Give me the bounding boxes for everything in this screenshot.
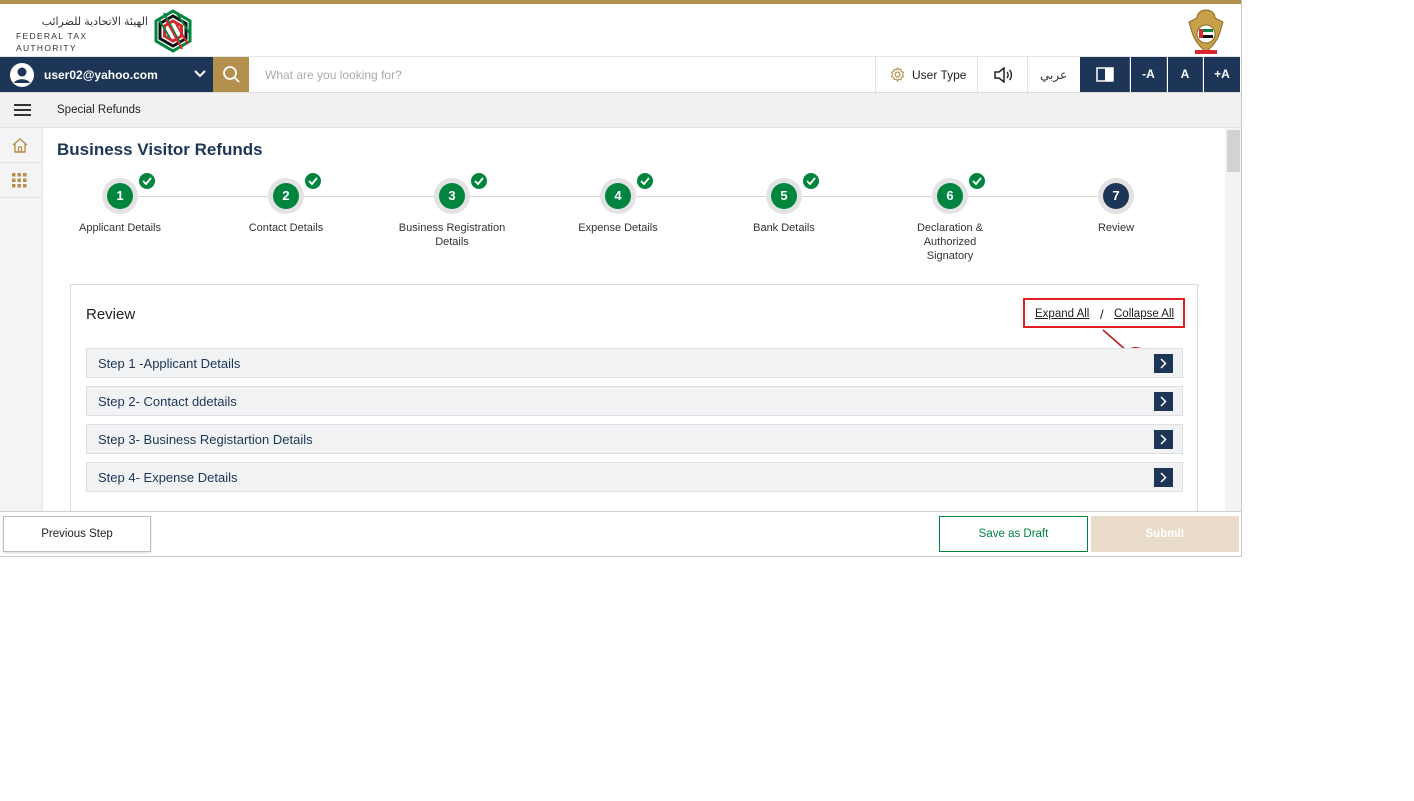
expand-all-link[interactable]: Expand All [1035, 308, 1089, 320]
fta-logo-text[interactable]: الهيئة الاتحادية للضرائب FEDERAL TAX AUT… [16, 16, 148, 54]
step-number: 7 [1103, 183, 1129, 209]
accordion-label: Step 4- Expense Details [98, 470, 238, 485]
breadcrumb-bar: Special Refunds [0, 93, 1241, 128]
review-title: Review [86, 306, 136, 323]
home-icon [12, 138, 28, 153]
step-circle: 5 [766, 178, 802, 214]
font-decrease-button[interactable]: -A [1131, 57, 1167, 92]
site-header: الهيئة الاتحادية للضرائب FEDERAL TAX AUT… [0, 4, 1241, 57]
chevron-down-icon [194, 70, 206, 78]
hamburger-menu-icon[interactable] [14, 103, 31, 117]
check-icon [969, 173, 985, 189]
logo-english-name: FEDERAL TAX AUTHORITY [16, 31, 88, 53]
submit-button[interactable]: Submit [1091, 516, 1239, 552]
font-increase-button[interactable]: +A [1204, 57, 1240, 92]
search-icon [223, 66, 240, 83]
step-circle: 2 [268, 178, 304, 214]
previous-step-button[interactable]: Previous Step [3, 516, 151, 552]
user-type-label: User Type [912, 68, 967, 82]
step-number: 1 [107, 183, 133, 209]
contrast-icon [1096, 67, 1114, 82]
step-label: Review [1097, 222, 1135, 234]
step-label: Declaration & Authorized Signatory [916, 222, 984, 262]
main-content: Business Visitor Refunds 1 Applicant Det… [43, 128, 1225, 511]
arabic-language-button[interactable]: عربي [1027, 57, 1080, 92]
step-label: Business Registration Details [398, 222, 506, 248]
link-separator: / [1100, 307, 1104, 322]
accordion-label: Step 1 -Applicant Details [98, 356, 241, 371]
step-label: Bank Details [753, 222, 815, 234]
check-icon [305, 173, 321, 189]
gear-icon [890, 67, 905, 82]
chevron-right-icon [1160, 396, 1167, 407]
step-number: 6 [937, 183, 963, 209]
step-circle: 7 [1098, 178, 1134, 214]
grid-apps-icon [12, 173, 27, 188]
accordion-toggle-button[interactable] [1154, 430, 1173, 449]
step-number: 3 [439, 183, 465, 209]
accordion-step-2[interactable]: Step 2- Contact ddetails [86, 386, 1183, 416]
arabic-language-label: عربي [1040, 68, 1068, 82]
font-normal-button[interactable]: A [1168, 57, 1203, 92]
page-title: Business Visitor Refunds [57, 140, 263, 159]
search-button[interactable] [213, 57, 249, 92]
accordion-toggle-button[interactable] [1154, 392, 1173, 411]
check-icon [139, 173, 155, 189]
accordion-step-4[interactable]: Step 4- Expense Details [86, 462, 1183, 492]
user-menu[interactable]: user02@yahoo.com [0, 57, 213, 92]
chevron-right-icon [1160, 472, 1167, 483]
accordion-label: Step 2- Contact ddetails [98, 394, 237, 409]
save-as-draft-button[interactable]: Save as Draft [939, 516, 1088, 552]
logo-arabic-name: الهيئة الاتحادية للضرائب [41, 16, 148, 28]
accordion-toggle-button[interactable] [1154, 468, 1173, 487]
step-number: 4 [605, 183, 631, 209]
step-label: Applicant Details [79, 222, 161, 234]
sidebar-item-apps[interactable] [0, 163, 43, 198]
contrast-toggle-button[interactable] [1080, 57, 1130, 92]
check-icon [803, 173, 819, 189]
collapse-all-link[interactable]: Collapse All [1114, 308, 1174, 320]
user-email: user02@yahoo.com [44, 68, 158, 82]
app-window: الهيئة الاتحادية للضرائب FEDERAL TAX AUT… [0, 0, 1242, 557]
chevron-right-icon [1160, 358, 1167, 369]
text-to-speech-button[interactable] [977, 57, 1027, 92]
user-avatar-icon [10, 63, 34, 87]
vertical-scrollbar[interactable] [1225, 128, 1241, 511]
search-input[interactable] [249, 57, 875, 92]
step-label: Expense Details [578, 222, 658, 234]
top-toolbar: user02@yahoo.com User Type [0, 57, 1241, 93]
sidebar-item-home[interactable] [0, 128, 43, 163]
fta-logo-icon [154, 9, 192, 53]
step-circle: 1 [102, 178, 138, 214]
step-circle: 3 [434, 178, 470, 214]
check-icon [471, 173, 487, 189]
accordion-step-3[interactable]: Step 3- Business Registartion Details [86, 424, 1183, 454]
footer-actions: Previous Step Save as Draft Submit [0, 511, 1241, 556]
expand-collapse-highlight: Expand All / Collapse All [1023, 298, 1185, 328]
step-number: 2 [273, 183, 299, 209]
chevron-right-icon [1160, 434, 1167, 445]
accordion-step-1[interactable]: Step 1 -Applicant Details [86, 348, 1183, 378]
scrollbar-thumb[interactable] [1227, 130, 1240, 172]
step-circle: 4 [600, 178, 636, 214]
step-number: 5 [771, 183, 797, 209]
accordion-toggle-button[interactable] [1154, 354, 1173, 373]
accordion-label: Step 3- Business Registartion Details [98, 432, 313, 447]
user-type-button[interactable]: User Type [875, 57, 977, 92]
review-panel: Review Expand All / Collapse All 1 Step … [70, 284, 1198, 511]
step-label: Contact Details [248, 222, 324, 234]
step-circle: 6 [932, 178, 968, 214]
left-sidebar [0, 128, 43, 511]
breadcrumb[interactable]: Special Refunds [57, 104, 141, 116]
check-icon [637, 173, 653, 189]
speaker-icon [994, 67, 1013, 83]
uae-emblem-icon [1188, 9, 1224, 54]
